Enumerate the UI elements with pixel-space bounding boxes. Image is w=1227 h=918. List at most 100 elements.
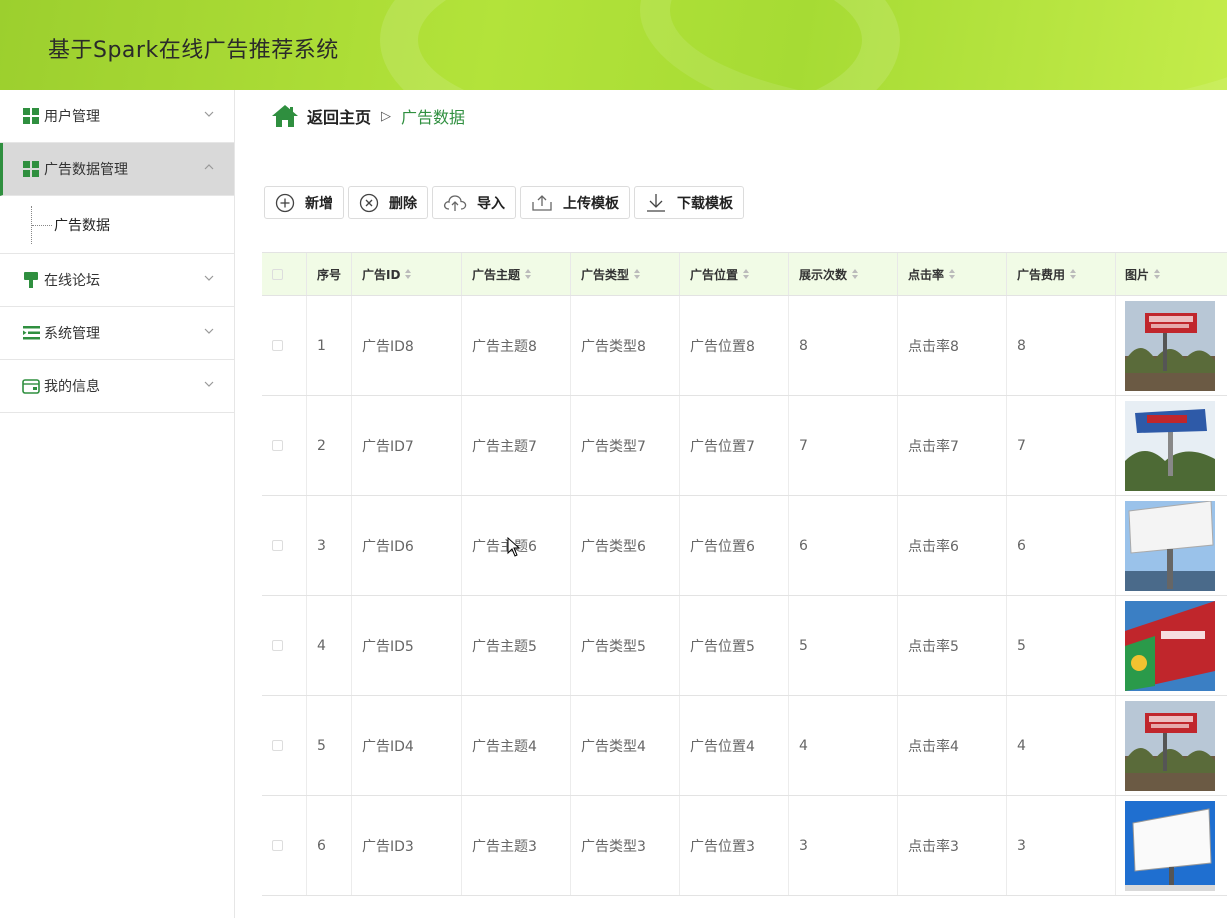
cell-type: 广告类型3	[571, 796, 680, 895]
sort-icon[interactable]	[634, 269, 641, 279]
sidebar-subitem-ad-data[interactable]: 广告数据	[0, 196, 234, 254]
cell-cost: 5	[1007, 596, 1116, 695]
ad-image[interactable]	[1125, 600, 1215, 691]
column-header-type[interactable]: 广告类型	[571, 253, 680, 295]
grid-icon	[22, 107, 40, 125]
sidebar-item-users[interactable]: 用户管理	[0, 90, 234, 143]
import-button-label: 导入	[477, 195, 505, 212]
row-checkbox[interactable]	[272, 740, 283, 751]
row-select-cell[interactable]	[262, 596, 307, 695]
ad-image[interactable]	[1125, 300, 1215, 391]
sort-icon[interactable]	[405, 269, 412, 279]
sidebar-subitem-label: 广告数据	[54, 217, 110, 234]
cell-position: 广告位置3	[680, 796, 789, 895]
sort-icon[interactable]	[1070, 269, 1077, 279]
chevron-down-icon	[204, 381, 214, 387]
cell-image[interactable]	[1116, 796, 1227, 895]
download-template-label: 下载模板	[677, 195, 733, 212]
cell-ad-id: 广告ID7	[352, 396, 462, 495]
sidebar-item-system[interactable]: 系统管理	[0, 307, 234, 360]
ad-image[interactable]	[1125, 700, 1215, 791]
cell-image[interactable]	[1116, 296, 1227, 395]
row-select-cell[interactable]	[262, 696, 307, 795]
sidebar-item-forum[interactable]: 在线论坛	[0, 254, 234, 307]
cell-views: 8	[789, 296, 898, 395]
cell-topic: 广告主题4	[462, 696, 571, 795]
ad-image[interactable]	[1125, 500, 1215, 591]
list-icon	[22, 324, 40, 342]
row-checkbox[interactable]	[272, 340, 283, 351]
sort-icon[interactable]	[852, 269, 859, 279]
delete-button[interactable]: 删除	[348, 186, 428, 219]
top-header: 基于Spark在线广告推荐系统	[0, 0, 1227, 90]
cell-ad-id: 广告ID5	[352, 596, 462, 695]
select-all-cell[interactable]	[262, 253, 307, 295]
row-checkbox[interactable]	[272, 840, 283, 851]
cell-views: 5	[789, 596, 898, 695]
download-icon	[647, 193, 665, 212]
column-header-position[interactable]: 广告位置	[680, 253, 789, 295]
table-row[interactable]: 2 广告ID7 广告主题7 广告类型7 广告位置7 7 点击率7 7	[262, 396, 1227, 496]
cell-index: 2	[307, 396, 352, 495]
cell-type: 广告类型7	[571, 396, 680, 495]
sidebar-item-ad-data-management[interactable]: 广告数据管理	[0, 143, 234, 196]
cell-type: 广告类型8	[571, 296, 680, 395]
breadcrumb-separator: ▷	[381, 108, 392, 124]
cell-cost: 7	[1007, 396, 1116, 495]
column-header-views[interactable]: 展示次数	[789, 253, 898, 295]
sort-icon[interactable]	[1154, 269, 1161, 279]
cell-position: 广告位置5	[680, 596, 789, 695]
row-select-cell[interactable]	[262, 796, 307, 895]
cell-image[interactable]	[1116, 596, 1227, 695]
row-select-cell[interactable]	[262, 296, 307, 395]
ad-data-table: 序号 广告ID 广告主题 广告类型 广告位置 展示次数 点击率 广告费用 图片 …	[262, 252, 1227, 896]
row-select-cell[interactable]	[262, 396, 307, 495]
cell-position: 广告位置7	[680, 396, 789, 495]
cell-index: 4	[307, 596, 352, 695]
table-row[interactable]: 1 广告ID8 广告主题8 广告类型8 广告位置8 8 点击率8 8	[262, 296, 1227, 396]
breadcrumb: 返回主页 ▷ 广告数据	[271, 104, 465, 128]
row-select-cell[interactable]	[262, 496, 307, 595]
table-header: 序号 广告ID 广告主题 广告类型 广告位置 展示次数 点击率 广告费用 图片	[262, 253, 1227, 296]
ad-image[interactable]	[1125, 800, 1215, 891]
import-button[interactable]: 导入	[432, 186, 516, 219]
cell-views: 3	[789, 796, 898, 895]
cell-ctr: 点击率4	[898, 696, 1007, 795]
cell-image[interactable]	[1116, 496, 1227, 595]
column-header-cost[interactable]: 广告费用	[1007, 253, 1116, 295]
cell-image[interactable]	[1116, 696, 1227, 795]
sort-icon[interactable]	[743, 269, 750, 279]
column-header-topic[interactable]: 广告主题	[462, 253, 571, 295]
table-row[interactable]: 5 广告ID4 广告主题4 广告类型4 广告位置4 4 点击率4 4	[262, 696, 1227, 796]
home-icon[interactable]	[271, 104, 299, 128]
cell-ctr: 点击率3	[898, 796, 1007, 895]
cell-ad-id: 广告ID4	[352, 696, 462, 795]
column-header-ad-id[interactable]: 广告ID	[352, 253, 462, 295]
row-checkbox[interactable]	[272, 640, 283, 651]
cell-type: 广告类型4	[571, 696, 680, 795]
column-header-ctr[interactable]: 点击率	[898, 253, 1007, 295]
row-checkbox[interactable]	[272, 440, 283, 451]
cell-position: 广告位置4	[680, 696, 789, 795]
cell-cost: 6	[1007, 496, 1116, 595]
sort-icon[interactable]	[949, 269, 956, 279]
cell-ctr: 点击率8	[898, 296, 1007, 395]
sidebar-item-my-info[interactable]: 我的信息	[0, 360, 234, 413]
ad-image[interactable]	[1125, 400, 1215, 491]
download-template-button[interactable]: 下载模板	[634, 186, 744, 219]
add-button[interactable]: 新增	[264, 186, 344, 219]
cell-views: 7	[789, 396, 898, 495]
select-all-checkbox[interactable]	[272, 268, 283, 280]
cell-type: 广告类型5	[571, 596, 680, 695]
pin-icon	[22, 271, 40, 289]
table-row[interactable]: 3 广告ID6 广告主题6 广告类型6 广告位置6 6 点击率6 6	[262, 496, 1227, 596]
sidebar-item-label: 用户管理	[44, 109, 100, 125]
row-checkbox[interactable]	[272, 540, 283, 551]
upload-template-button[interactable]: 上传模板	[520, 186, 630, 219]
cell-image[interactable]	[1116, 396, 1227, 495]
column-header-image[interactable]: 图片	[1116, 253, 1227, 295]
breadcrumb-home-link[interactable]: 返回主页	[307, 104, 371, 128]
table-row[interactable]: 6 广告ID3 广告主题3 广告类型3 广告位置3 3 点击率3 3	[262, 796, 1227, 896]
table-row[interactable]: 4 广告ID5 广告主题5 广告类型5 广告位置5 5 点击率5 5	[262, 596, 1227, 696]
sort-icon[interactable]	[525, 269, 532, 279]
